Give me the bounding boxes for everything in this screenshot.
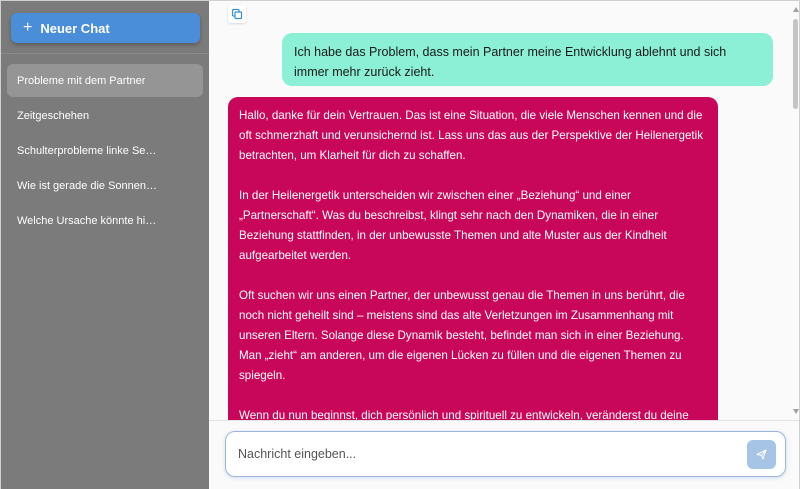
chat-history-list: Probleme mit dem Partner Zeitgeschehen S… — [7, 64, 203, 239]
message-area: Ich habe das Problem, dass mein Partner … — [209, 1, 789, 420]
scroll-up-arrow-icon[interactable] — [793, 7, 799, 12]
chat-history-item[interactable]: Schulterprobleme linke Se… — [7, 134, 203, 167]
assistant-paragraph: In der Heilenergetik unterscheiden wir z… — [239, 189, 667, 262]
user-message: Ich habe das Problem, dass mein Partner … — [282, 33, 773, 86]
composer-divider — [209, 420, 799, 421]
assistant-message: Hallo, danke für dein Vertrauen. Das ist… — [228, 97, 718, 420]
new-chat-button[interactable]: + Neuer Chat — [11, 13, 200, 43]
sidebar: + Neuer Chat Probleme mit dem Partner Ze… — [1, 1, 209, 489]
message-composer — [225, 431, 786, 477]
scroll-down-arrow-icon[interactable] — [793, 409, 799, 414]
chat-history-item[interactable]: Probleme mit dem Partner — [7, 64, 203, 97]
scrollbar[interactable] — [793, 7, 799, 417]
chat-history-item-label: Wie ist gerade die Sonnen… — [17, 179, 158, 192]
copy-icon — [231, 8, 243, 20]
user-message-text: Ich habe das Problem, dass mein Partner … — [294, 45, 727, 79]
chat-history-item[interactable]: Zeitgeschehen — [7, 99, 203, 132]
copy-button[interactable] — [228, 5, 246, 23]
plus-icon: + — [23, 19, 33, 36]
chat-main: Ich habe das Problem, dass mein Partner … — [209, 1, 799, 489]
assistant-paragraph: Oft suchen wir uns einen Partner, der un… — [239, 289, 685, 382]
scroll-thumb[interactable] — [793, 19, 798, 109]
sidebar-divider — [1, 53, 209, 54]
new-chat-label: Neuer Chat — [40, 20, 110, 36]
chat-history-item-label: Probleme mit dem Partner — [17, 74, 146, 87]
chat-history-item-label: Welche Ursache könnte hi… — [17, 214, 157, 227]
send-icon — [756, 449, 767, 460]
chat-history-item-label: Zeitgeschehen — [17, 109, 90, 122]
assistant-paragraph: Wenn du nun beginnst, dich persönlich un… — [239, 409, 689, 420]
chat-history-item[interactable]: Welche Ursache könnte hi… — [7, 204, 203, 237]
send-button[interactable] — [747, 440, 776, 469]
message-input[interactable] — [238, 432, 738, 476]
chat-app: + Neuer Chat Probleme mit dem Partner Ze… — [0, 0, 800, 489]
chat-history-item[interactable]: Wie ist gerade die Sonnen… — [7, 169, 203, 202]
assistant-paragraph: Hallo, danke für dein Vertrauen. Das ist… — [239, 109, 703, 162]
chat-history-item-label: Schulterprobleme linke Se… — [17, 144, 157, 157]
